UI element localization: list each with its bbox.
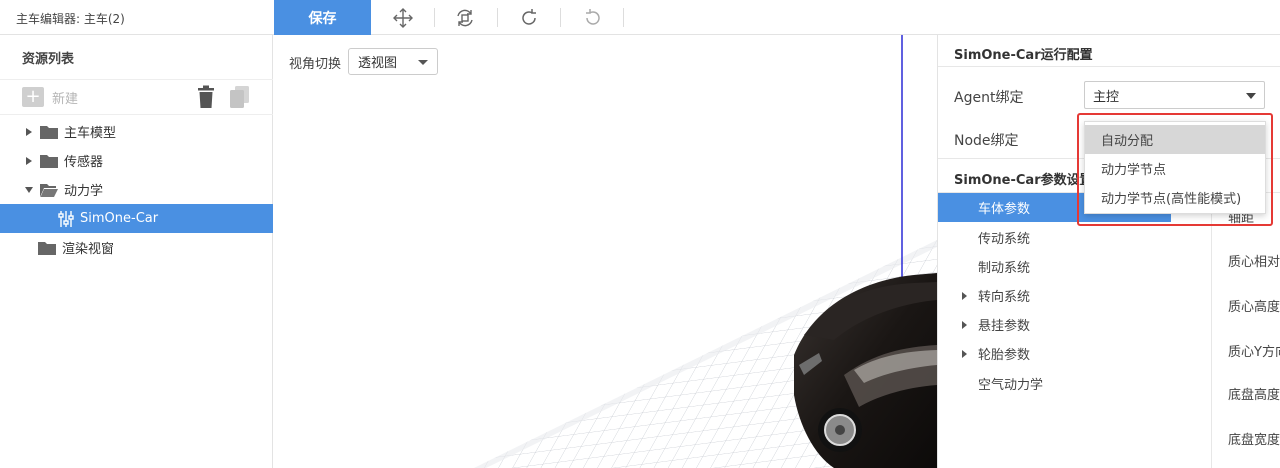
chevron-down-icon — [418, 60, 428, 65]
tree-label: 主车模型 — [64, 126, 117, 141]
resource-panel: 资源列表 + 新建 主车模型 传感器 动力学 SimOne-Car 渲染视窗 — [0, 35, 273, 468]
menu-label: 制动系统 — [978, 261, 1031, 276]
resource-list-title: 资源列表 — [22, 52, 75, 67]
agent-label: Agent绑定 — [954, 90, 1024, 106]
caret-right-icon[interactable] — [24, 127, 34, 137]
menu-label: 空气动力学 — [978, 378, 1044, 393]
node-label: Node绑定 — [954, 133, 1019, 149]
caret-down-icon[interactable] — [24, 185, 34, 195]
menu-tires[interactable]: 轮胎参数 — [978, 339, 1148, 368]
node-dropdown-menu: 自动分配 动力学节点 动力学节点(高性能模式) — [1084, 121, 1266, 214]
run-config-title: SimOne-Car运行配置 — [954, 48, 1093, 63]
menu-label: 轮胎参数 — [978, 348, 1031, 363]
folder-icon — [40, 154, 58, 168]
caret-right-icon[interactable] — [962, 321, 967, 329]
tree-item-sensors[interactable]: 传感器 — [0, 146, 273, 175]
new-label: 新建 — [52, 91, 79, 107]
view-switch-label: 视角切换 — [289, 57, 342, 72]
agent-select[interactable]: 主控 — [1084, 81, 1265, 109]
folder-icon — [40, 125, 58, 139]
prop-chassis-height-label: 底盘高度 — [1228, 388, 1280, 403]
copy-icon[interactable] — [229, 85, 251, 113]
top-toolbar: 主车编辑器: 主车(2) 保存 — [0, 0, 1280, 35]
3d-viewport[interactable]: 视角切换 透视图 — [274, 35, 937, 468]
param-settings-title: SimOne-Car参数设置 — [954, 173, 1093, 188]
tree-label: 动力学 — [64, 184, 104, 199]
tree-item-simone-car[interactable]: SimOne-Car — [0, 204, 273, 233]
prop-cog-y-label: 质心Y方向 — [1228, 345, 1280, 360]
folder-icon — [38, 241, 56, 255]
tree-item-dynamics[interactable]: 动力学 — [0, 175, 273, 204]
tree-label: 渲染视窗 — [62, 242, 115, 257]
dropdown-option-auto[interactable]: 自动分配 — [1085, 125, 1265, 154]
caret-right-icon[interactable] — [962, 350, 967, 358]
move-icon[interactable] — [390, 5, 416, 31]
agent-select-value: 主控 — [1093, 89, 1120, 105]
reset-view-icon[interactable] — [452, 5, 478, 31]
view-select[interactable]: 透视图 — [348, 48, 438, 75]
menu-suspension[interactable]: 悬挂参数 — [978, 310, 1148, 339]
menu-aerodynamics[interactable]: 空气动力学 — [978, 369, 1148, 398]
prop-cog-height-label: 质心高度 — [1228, 300, 1280, 315]
new-button[interactable]: + 新建 — [22, 87, 78, 107]
editor-title: 主车编辑器: 主车(2) — [16, 12, 125, 26]
caret-right-icon[interactable] — [962, 292, 967, 300]
chevron-down-icon — [1246, 93, 1256, 99]
prop-chassis-width-label: 底盘宽度 — [1228, 433, 1280, 448]
redo-icon[interactable] — [516, 5, 542, 31]
save-button[interactable]: 保存 — [274, 0, 371, 35]
sliders-icon — [58, 210, 74, 228]
tree-label: SimOne-Car — [80, 211, 159, 226]
trash-icon[interactable] — [196, 85, 216, 113]
menu-steering[interactable]: 转向系统 — [978, 281, 1148, 310]
resource-toolbar: + 新建 — [0, 79, 273, 115]
config-panel: SimOne-Car运行配置 Agent绑定 主控 Node绑定 SimOne-… — [937, 35, 1280, 468]
tree-item-render-view[interactable]: 渲染视窗 — [0, 233, 273, 262]
folder-open-icon — [40, 183, 58, 197]
view-select-value: 透视图 — [358, 56, 398, 71]
add-icon: + — [22, 87, 44, 107]
menu-label: 转向系统 — [978, 290, 1031, 305]
menu-transmission[interactable]: 传动系统 — [978, 223, 1148, 252]
tree-label: 传感器 — [64, 155, 104, 170]
menu-label: 传动系统 — [978, 232, 1031, 247]
tree-item-vehicle-model[interactable]: 主车模型 — [0, 117, 273, 146]
menu-braking[interactable]: 制动系统 — [978, 252, 1148, 281]
scene-canvas[interactable] — [274, 35, 937, 468]
undo-icon[interactable] — [580, 5, 606, 31]
prop-cog-front-label: 质心相对前 — [1228, 255, 1280, 270]
menu-label: 悬挂参数 — [978, 319, 1031, 334]
caret-right-icon[interactable] — [24, 156, 34, 166]
dropdown-option-dynamics-node[interactable]: 动力学节点 — [1085, 154, 1265, 183]
dropdown-option-dynamics-node-hp[interactable]: 动力学节点(高性能模式) — [1085, 183, 1265, 212]
menu-label: 车体参数 — [978, 202, 1031, 217]
